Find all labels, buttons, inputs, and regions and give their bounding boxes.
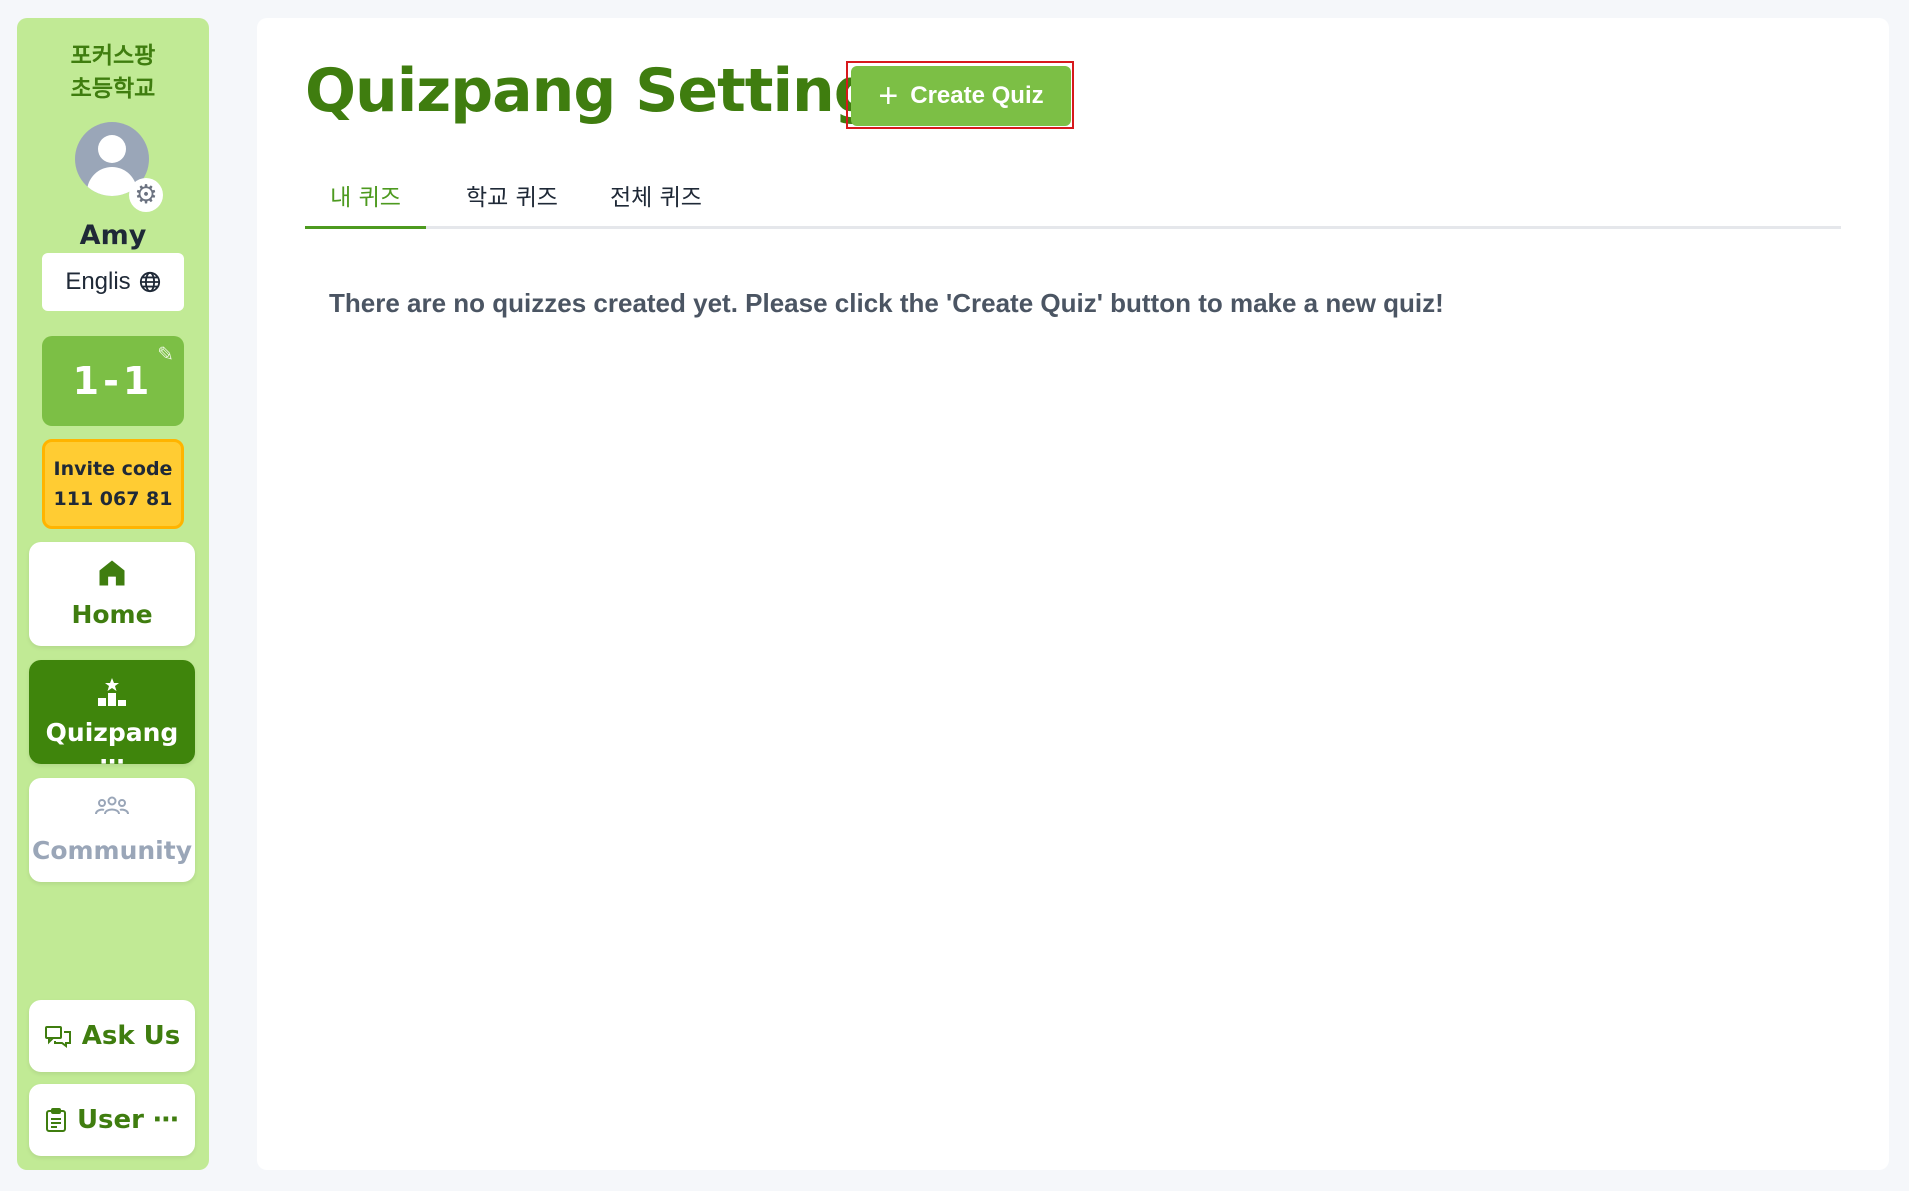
gear-icon[interactable]: ⚙ [129, 178, 163, 212]
podium-icon [98, 678, 126, 706]
school-name: 포커스팡 초등학교 [17, 40, 209, 106]
sidebar: 포커스팡 초등학교 ⚙ Amy Englis 1-1 ✎ Invite code… [17, 18, 209, 1170]
globe-icon [139, 271, 160, 293]
school-name-line2: 초등학교 [70, 76, 156, 102]
main-panel: Quizpang Settings + Create Quiz 내 퀴즈 학교 … [257, 18, 1889, 1170]
home-icon [99, 560, 125, 586]
nav-community-label: Community [31, 836, 193, 865]
clipboard-icon [45, 1108, 66, 1132]
invite-code: 111 067 81 [53, 488, 173, 510]
page-title: Quizpang Settings [305, 56, 911, 126]
language-label: Englis [65, 268, 131, 295]
school-name-line1: 포커스팡 [70, 43, 156, 69]
community-icon [95, 796, 129, 815]
nav-home-label: Home [71, 600, 153, 629]
pencil-icon[interactable]: ✎ [157, 344, 174, 364]
tab-all-quizzes[interactable]: 전체 퀴즈 [589, 180, 723, 226]
nav-quizpang-label: Quizpang ⋯ [45, 718, 179, 776]
tab-school-quizzes[interactable]: 학교 퀴즈 [445, 180, 579, 226]
nav-community[interactable]: Community [29, 778, 195, 882]
language-select[interactable]: Englis [42, 253, 184, 311]
nav-user[interactable]: User ⋯ [29, 1084, 195, 1156]
invite-label: Invite code [53, 458, 173, 480]
class-label: 1-1 [72, 359, 154, 403]
nav-user-label: User ⋯ [76, 1105, 180, 1135]
quiz-tabs: 내 퀴즈 학교 퀴즈 전체 퀴즈 [305, 180, 1841, 229]
chat-icon [44, 1026, 71, 1048]
avatar-head [98, 135, 126, 163]
empty-state-message: There are no quizzes created yet. Please… [329, 288, 1444, 318]
nav-ask-us-label: Ask Us [81, 1021, 181, 1051]
tab-my-quizzes[interactable]: 내 퀴즈 [305, 180, 426, 229]
plus-icon: + [878, 77, 899, 115]
create-quiz-button[interactable]: + Create Quiz [851, 66, 1071, 126]
nav-ask-us[interactable]: Ask Us [29, 1000, 195, 1072]
create-quiz-label: Create Quiz [910, 82, 1044, 109]
nav-quizpang[interactable]: Quizpang ⋯ [29, 660, 195, 776]
page: 포커스팡 초등학교 ⚙ Amy Englis 1-1 ✎ Invite code… [0, 0, 1909, 1191]
class-card[interactable]: 1-1 ✎ [42, 336, 184, 426]
invite-code-card[interactable]: Invite code 111 067 81 [42, 439, 184, 529]
nav-home[interactable]: Home [29, 542, 195, 646]
user-name: Amy [79, 220, 147, 251]
